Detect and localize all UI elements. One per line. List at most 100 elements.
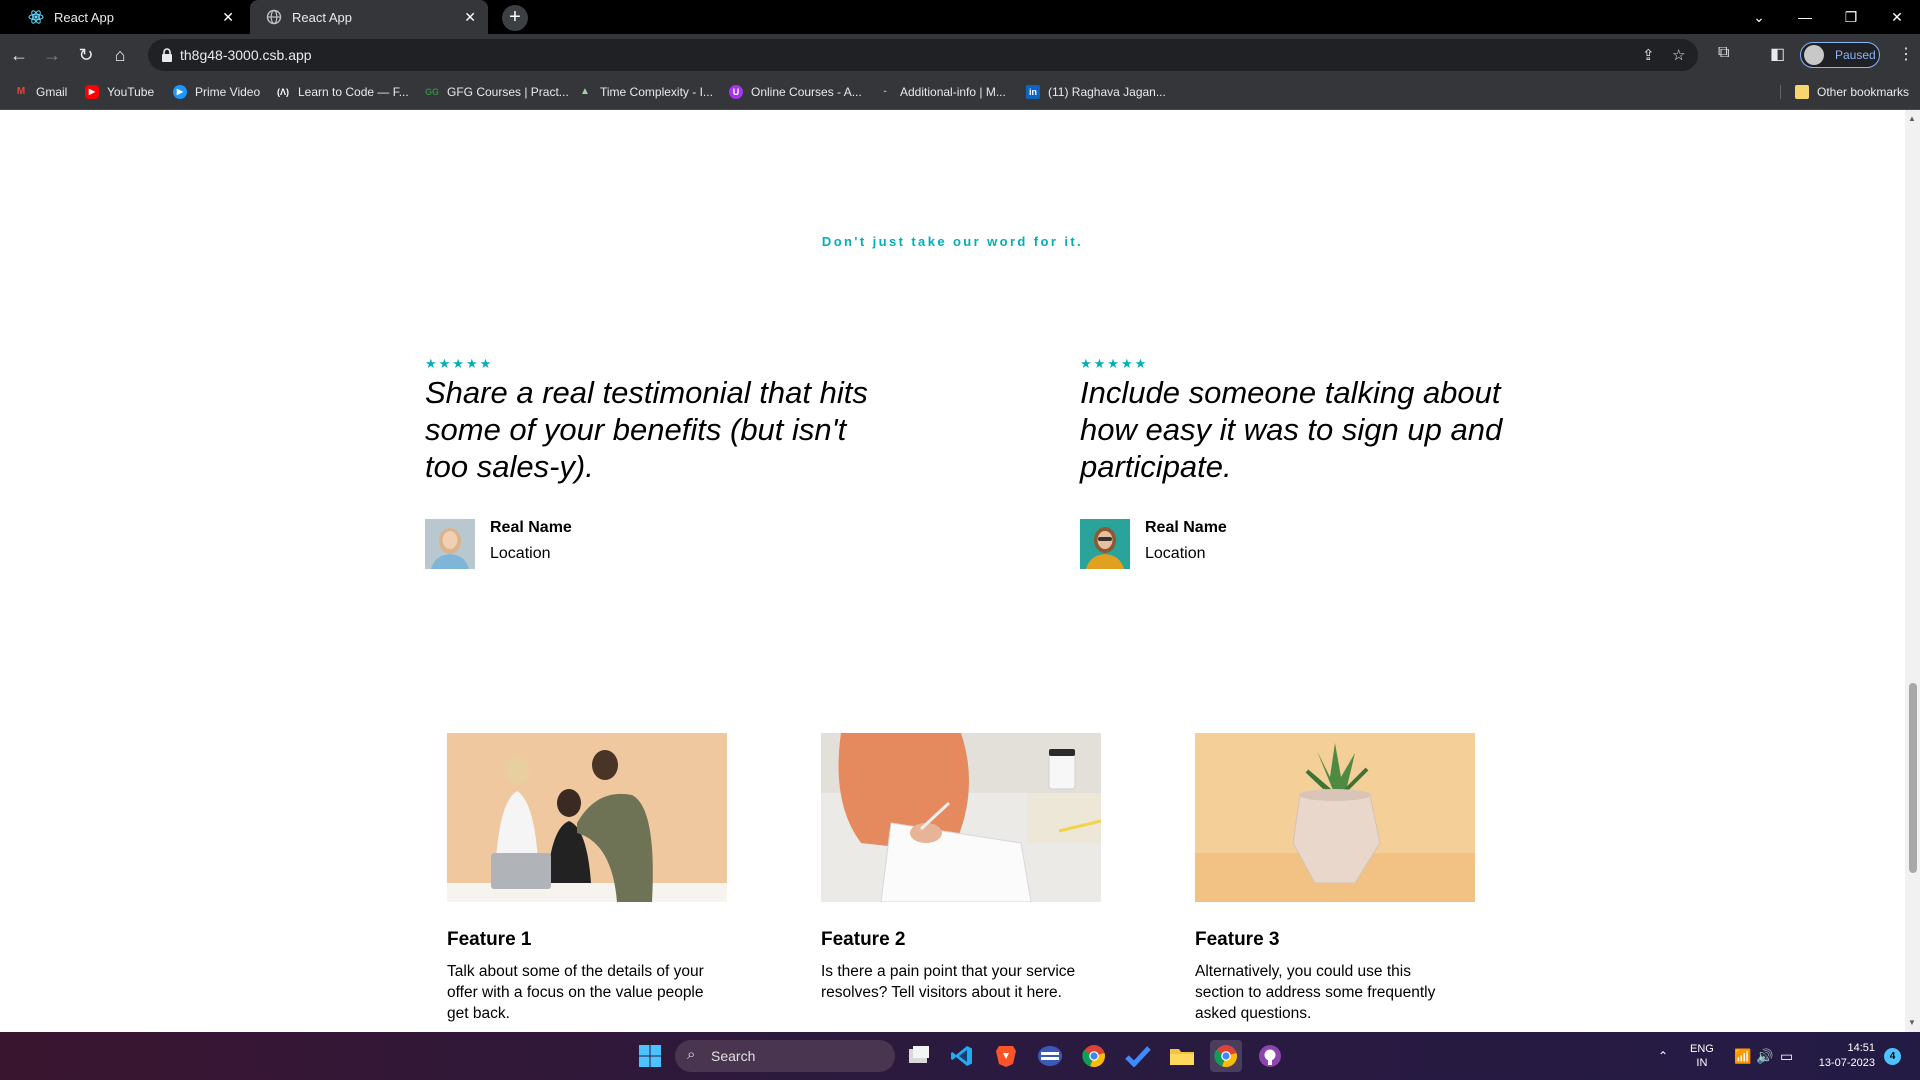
side-panel-icon[interactable]: ◧ [1770,44,1785,64]
feature-title: Feature 2 [821,929,906,950]
bookmark-label: Online Courses - A... [751,85,862,99]
github-icon[interactable] [1254,1040,1286,1072]
dash-icon: - [883,86,887,97]
scroll-down-icon[interactable]: ▼ [1908,1018,1916,1027]
close-tab-icon[interactable]: ✕ [464,9,476,26]
notification-badge: 4 [1884,1047,1901,1065]
bookmark-label: Prime Video [195,85,261,99]
linkedin-icon: in [1026,85,1040,99]
search-icon: ⌕ [687,1046,696,1063]
bookmark-prime-video[interactable]: ▶ Prime Video [173,85,260,99]
author-photo [1080,519,1130,569]
page-scrollbar[interactable]: ▲ ▼ [1905,110,1920,1032]
bookmark-label: Learn to Code — F... [298,85,409,99]
testimonial-quote: Include someone talking about how easy i… [1080,375,1503,484]
brave-icon[interactable] [990,1040,1022,1072]
show-hidden-icons[interactable]: ⌃ [1658,1032,1668,1080]
tab-strip: React App ✕ React App ✕ + ⌄ — ❐ ✕ [0,0,1920,34]
wifi-icon[interactable]: 📶 [1734,1032,1751,1080]
feature-card: Feature 3 Alternatively, you could use t… [1195,733,1475,1024]
search-label: Search [711,1048,756,1064]
bookmarks-bar: M Gmail ▶ YouTube ▶ Prime Video (Λ) Lear… [0,76,1920,110]
scrollbar-thumb[interactable] [1909,683,1917,873]
forward-icon[interactable]: → [40,43,64,67]
taskbar-search[interactable]: ⌕ Search [675,1040,895,1072]
minimize-button[interactable]: — [1782,0,1828,34]
task-view-icon[interactable] [903,1040,935,1072]
mountain-icon: ▲ [580,86,590,97]
feature-title: Feature 1 [447,929,532,950]
bookmark-freecodecamp[interactable]: (Λ) Learn to Code — F... [276,85,409,99]
language-text: ENG [1690,1043,1714,1055]
close-tab-icon[interactable]: ✕ [222,9,234,26]
scroll-up-icon[interactable]: ▲ [1908,114,1916,123]
bookmark-gmail[interactable]: M Gmail [14,85,68,99]
input-language[interactable]: ENG IN [1690,1032,1714,1080]
other-bookmarks[interactable]: Other bookmarks [1780,85,1909,99]
bookmark-label: (11) Raghava Jagan... [1048,85,1166,99]
bookmark-label: YouTube [107,85,155,99]
prime-video-icon: ▶ [173,85,187,99]
bookmark-label: Gmail [36,85,68,99]
feature-card: Feature 1 Talk about some of the details… [447,733,727,1024]
testimonial-card: ★★★★★ Include someone talking about how … [1080,356,1530,569]
bookmark-gfg[interactable]: GG GFG Courses | Pract... [425,85,569,99]
volume-icon[interactable]: 🔊 [1756,1032,1773,1080]
profile-button[interactable]: Paused [1800,42,1880,68]
new-tab-button[interactable]: + [502,5,528,31]
menu-icon[interactable]: ⋮ [1898,44,1914,64]
address-bar[interactable]: th8g48-3000.csb.app ⇪ ☆ [148,39,1698,71]
restore-button[interactable]: ❐ [1828,0,1874,34]
reload-icon[interactable]: ↻ [74,43,98,67]
todo-check-icon[interactable] [1122,1040,1154,1072]
clock[interactable]: 14:51 13-07-2023 [1813,1032,1875,1080]
feature-image [1195,733,1475,902]
feature-title: Feature 3 [1195,929,1280,950]
stack-app-icon[interactable] [1034,1040,1066,1072]
chrome-icon[interactable] [1078,1040,1110,1072]
clock-time: 14:51 [1847,1042,1875,1054]
windows-taskbar: ⌕ Search ⌃ ENG IN 📶 🔊 ▭ 14:51 13-07-2023… [0,1032,1920,1080]
browser-tab-1[interactable]: React App ✕ [12,0,246,34]
extensions-icon[interactable]: ⧉ [1718,44,1729,62]
vscode-icon[interactable] [946,1040,978,1072]
bookmark-label: Other bookmarks [1817,85,1910,99]
author-name: Real Name [1145,519,1227,536]
feature-text: Talk about some of the details of your o… [447,963,704,1022]
author-location: Location [490,545,551,562]
feature-image [447,733,727,902]
bookmark-time-complexity[interactable]: ▲ Time Complexity - I... [578,85,713,99]
browser-tab-2[interactable]: React App ✕ [250,0,488,34]
url-text: th8g48-3000.csb.app [180,47,312,63]
feature-text: Is there a pain point that your service … [821,963,1076,1001]
notification-center[interactable]: 4 [1884,1032,1901,1080]
bookmark-linkedin[interactable]: in (11) Raghava Jagan... [1026,85,1166,99]
feature-card: Feature 2 Is there a pain point that you… [821,733,1101,1003]
bookmark-online-courses[interactable]: U Online Courses - A... [729,85,862,99]
gfg-icon: GG [425,87,440,97]
tab-title: React App [54,9,114,25]
tab-title: React App [292,9,352,25]
share-icon[interactable]: ⇪ [1642,46,1655,64]
star-rating: ★★★★★ [1080,356,1149,371]
file-explorer-icon[interactable] [1166,1040,1198,1072]
avatar [1804,45,1824,65]
star-rating: ★★★★★ [425,356,494,371]
chrome-profile-icon[interactable] [1210,1040,1242,1072]
close-window-button[interactable]: ✕ [1874,0,1920,34]
home-icon[interactable]: ⌂ [108,43,132,67]
windows-start-icon[interactable] [634,1040,666,1072]
react-icon [28,10,44,24]
tab-search-icon[interactable]: ⌄ [1736,0,1782,34]
bookmark-youtube[interactable]: ▶ YouTube [85,85,154,99]
clock-date: 13-07-2023 [1818,1057,1875,1069]
testimonial-quote: Share a real testimonial that hits some … [425,375,868,484]
author-location: Location [1145,545,1206,562]
battery-icon[interactable]: ▭ [1780,1032,1793,1080]
profile-status: Paused [1835,48,1876,62]
testimonial-card: ★★★★★ Share a real testimonial that hits… [425,356,875,569]
bookmark-additional-info[interactable]: - Additional-info | M... [878,85,1006,99]
page-content: Don't just take our word for it. ★★★★★ S… [0,110,1905,1032]
back-icon[interactable]: ← [7,43,31,67]
bookmark-star-icon[interactable]: ☆ [1672,46,1685,64]
